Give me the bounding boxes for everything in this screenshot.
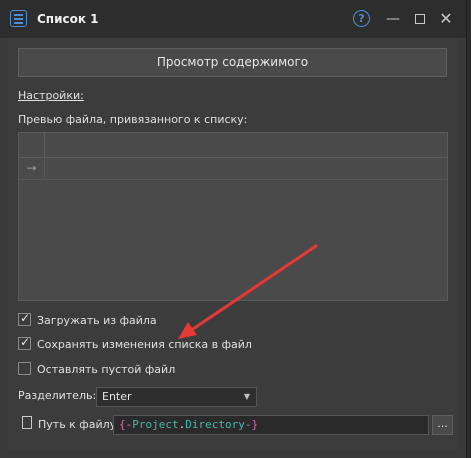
annotation-arrow-icon: [178, 244, 318, 339]
list-settings-window: Список 1 ? — ✕ Просмотр содержимого Наст…: [0, 0, 467, 458]
